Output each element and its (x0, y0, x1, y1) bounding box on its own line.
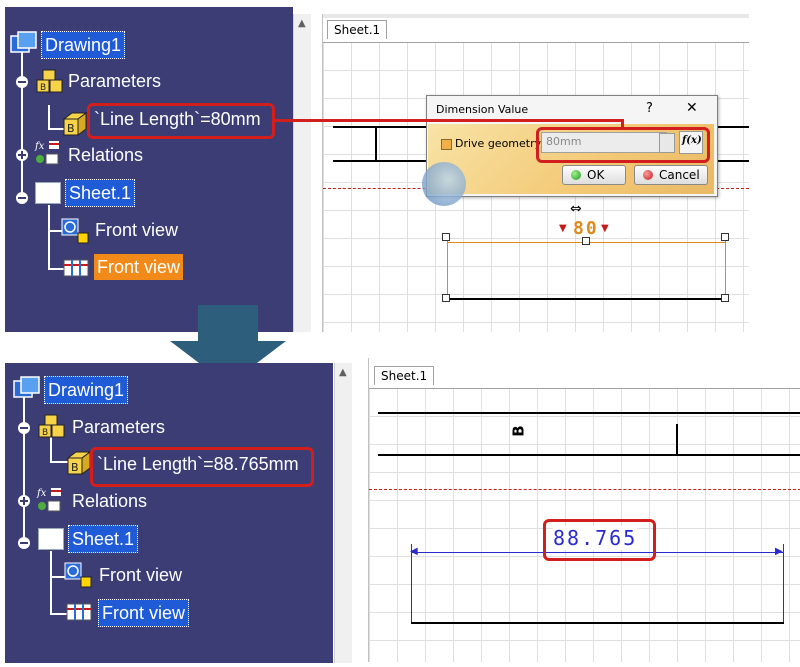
tree-root-drawing1[interactable]: Drawing1 (41, 31, 126, 59)
cancel-button[interactable]: Cancel (634, 165, 708, 185)
parameter-formula-icon: B (62, 112, 88, 136)
zone-letter: B (509, 425, 528, 437)
globe-icon (422, 162, 466, 206)
top-tree-panel: Drawing1 B Parameters B `Line Length`=80… (5, 7, 293, 332)
parameters-icon: B (38, 414, 65, 438)
expand-icon[interactable] (16, 149, 28, 161)
bottom-tree-panel: Drawing1 B Parameters B `Line Length`=88… (5, 363, 333, 663)
dimension-extension-left (447, 236, 448, 298)
tree-item-front-view[interactable]: Front view (95, 217, 178, 243)
ok-button[interactable]: OK (562, 165, 626, 185)
dimension-arrow-right-icon: ▼ (601, 223, 609, 234)
tree-line (48, 105, 50, 129)
tree-item-front-view-active[interactable]: Front view (94, 254, 184, 280)
scroll-up-icon[interactable]: ▲ (339, 367, 347, 378)
highlight-dimension-value (543, 519, 656, 561)
tab-sheet1[interactable]: Sheet.1 (327, 20, 388, 39)
tab-sheet1[interactable]: Sheet.1 (374, 366, 435, 385)
ok-icon (571, 170, 581, 180)
tree-item-sheet1[interactable]: Sheet.1 (65, 179, 136, 207)
driven-line[interactable] (411, 622, 784, 624)
top-tree-scrollbar[interactable]: ▲ (293, 14, 311, 332)
tab-baseline (323, 42, 749, 43)
cancel-icon (643, 170, 653, 180)
collapse-icon[interactable] (16, 76, 28, 88)
ok-label: OK (587, 168, 605, 182)
handle[interactable] (721, 233, 729, 241)
move-arrow-icon[interactable]: ⇔ (570, 201, 582, 217)
frame-tick (676, 424, 678, 454)
tree-item-sheet1[interactable]: Sheet.1 (68, 525, 139, 553)
dimension-extension-right (725, 236, 726, 298)
front-view-icon (61, 218, 89, 244)
tree-line (50, 551, 52, 615)
handle[interactable] (442, 233, 450, 241)
expand-icon[interactable] (18, 495, 30, 507)
dashed-red-line (369, 489, 800, 490)
front-view-icon (66, 603, 92, 621)
highlight-input (536, 127, 710, 163)
handle[interactable] (582, 237, 590, 245)
frame-line (378, 454, 800, 456)
dialog-title: Dimension Value (436, 103, 529, 116)
driven-line[interactable] (447, 298, 725, 300)
sheet-icon (38, 528, 64, 550)
tree-line (23, 393, 25, 543)
tree-line (48, 205, 50, 270)
tab-baseline (369, 388, 800, 389)
tree-item-relations[interactable]: Relations (68, 142, 143, 168)
frame-tick (375, 128, 377, 160)
dimension-extension-left (411, 544, 412, 622)
front-view-icon (64, 562, 92, 588)
help-button[interactable]: ? (646, 101, 653, 116)
drive-geometry-checkbox[interactable] (441, 139, 452, 150)
collapse-icon[interactable] (18, 422, 30, 434)
tree-item-parameters[interactable]: Parameters (72, 414, 165, 440)
parameters-icon: B (36, 69, 63, 93)
svg-text:B: B (67, 122, 75, 135)
cancel-label: Cancel (659, 168, 700, 182)
sheet-icon (35, 182, 61, 204)
svg-text:fx: fx (34, 141, 45, 152)
dimension-arrow-right-icon: ▶ (775, 546, 783, 557)
collapse-icon[interactable] (18, 537, 30, 549)
dimension-value-80[interactable]: 80 (573, 218, 599, 239)
drawing-icon (13, 376, 40, 398)
tree-item-front-view-active[interactable]: Front view (98, 599, 190, 627)
drive-geometry-label: Drive geometry (455, 137, 542, 150)
handle[interactable] (721, 294, 729, 302)
connector-line (272, 119, 624, 122)
bottom-tree-scrollbar[interactable]: ▲ (334, 363, 352, 663)
svg-text:B: B (42, 428, 48, 438)
drawing-icon (10, 31, 37, 53)
tree-item-relations[interactable]: Relations (72, 488, 147, 514)
svg-text:B: B (40, 83, 46, 93)
frame-line (378, 412, 800, 414)
svg-text:B: B (71, 461, 79, 474)
dimension-extension-right (783, 544, 784, 622)
tree-item-parameters[interactable]: Parameters (68, 68, 161, 94)
front-view-icon (63, 259, 89, 277)
tree-root-drawing1[interactable]: Drawing1 (44, 376, 129, 404)
svg-text:fx: fx (36, 488, 47, 499)
handle[interactable] (442, 294, 450, 302)
tree-item-front-view[interactable]: Front view (99, 562, 182, 588)
relations-fx-icon: fx (36, 488, 61, 512)
toolbar-strip (323, 14, 749, 18)
highlight-param-top (87, 103, 275, 139)
highlight-param-bottom (90, 447, 314, 487)
dimension-arrow-left-icon: ▼ (559, 223, 567, 234)
bottom-drawing-area[interactable]: Sheet.1 B ◀ ▶ 88.765 (368, 358, 800, 662)
scroll-up-icon[interactable]: ▲ (298, 18, 306, 29)
close-icon[interactable]: ✕ (686, 100, 698, 116)
relations-fx-icon: fx (34, 141, 59, 165)
tree-line (21, 47, 23, 197)
collapse-icon[interactable] (16, 192, 28, 204)
